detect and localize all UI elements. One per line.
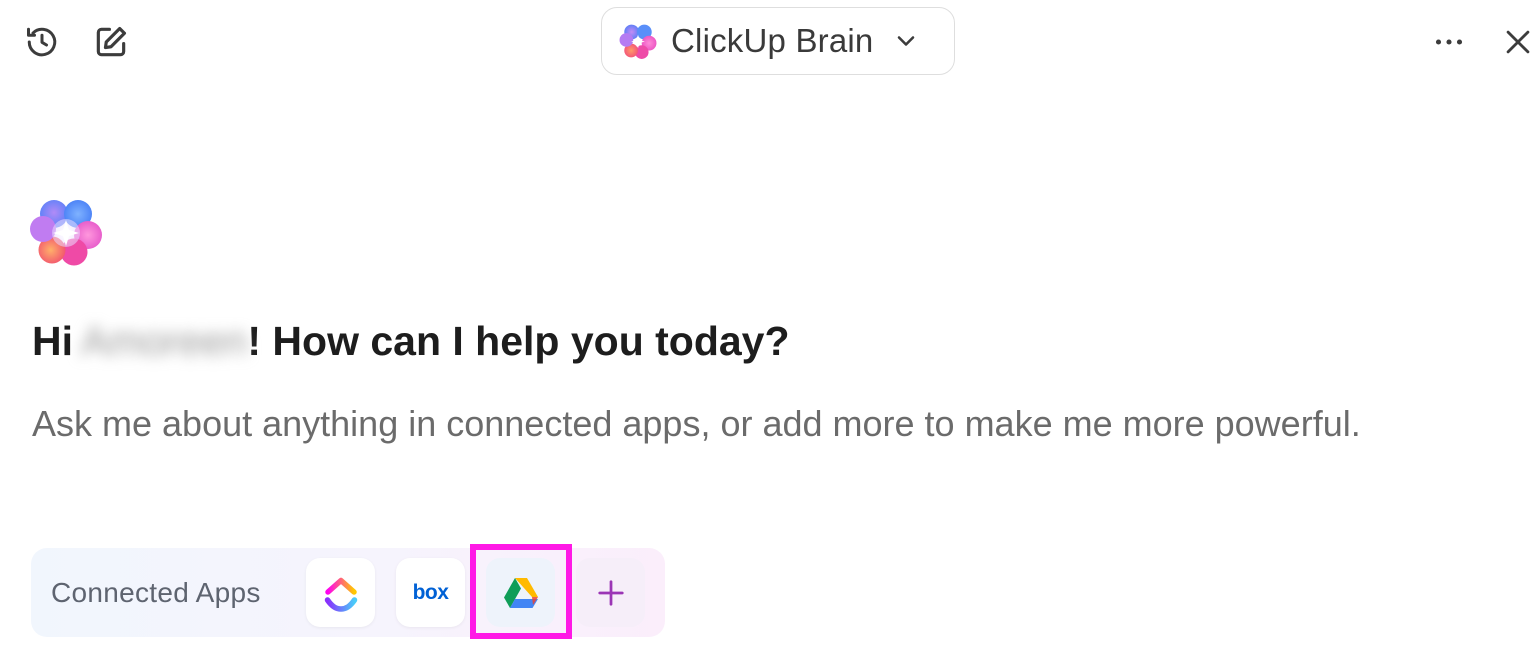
connected-apps-label: Connected Apps bbox=[51, 577, 261, 608]
compose-icon bbox=[96, 26, 127, 57]
plus-icon bbox=[597, 579, 624, 606]
history-button[interactable] bbox=[20, 20, 64, 64]
more-horizontal-icon bbox=[1435, 39, 1463, 45]
app-google-drive[interactable] bbox=[486, 558, 555, 627]
connected-apps-bar: Connected Apps box bbox=[31, 548, 665, 637]
model-selector-dropdown[interactable]: ClickUp Brain bbox=[601, 7, 955, 75]
greeting-prefix: Hi bbox=[32, 318, 73, 364]
history-icon bbox=[27, 27, 57, 57]
close-button[interactable] bbox=[1496, 20, 1536, 64]
greeting-suffix: ! How can I help you today? bbox=[247, 318, 790, 364]
clickup-logo-icon bbox=[324, 577, 357, 612]
google-drive-logo-icon bbox=[503, 577, 538, 608]
clickup-brain-logo-icon bbox=[30, 200, 102, 266]
close-icon bbox=[1506, 30, 1530, 54]
app-box[interactable]: box bbox=[396, 558, 465, 627]
chevron-down-icon bbox=[892, 27, 920, 55]
greeting-heading: Hi Amoreen ! How can I help you today? bbox=[32, 318, 790, 365]
new-chat-button[interactable] bbox=[89, 20, 133, 64]
clickup-brain-icon bbox=[619, 24, 657, 59]
user-name: Amoreen bbox=[81, 318, 248, 364]
more-options-button[interactable] bbox=[1427, 20, 1471, 64]
add-app-button[interactable] bbox=[576, 558, 645, 627]
greeting-subtitle: Ask me about anything in connected apps,… bbox=[32, 403, 1361, 444]
box-logo-icon: box bbox=[412, 580, 449, 604]
clickup-brain-panel: ClickUp Brain Hi Amoreen ! How can I hel… bbox=[0, 0, 1536, 670]
model-name-label: ClickUp Brain bbox=[671, 22, 874, 59]
app-clickup[interactable] bbox=[306, 558, 375, 627]
